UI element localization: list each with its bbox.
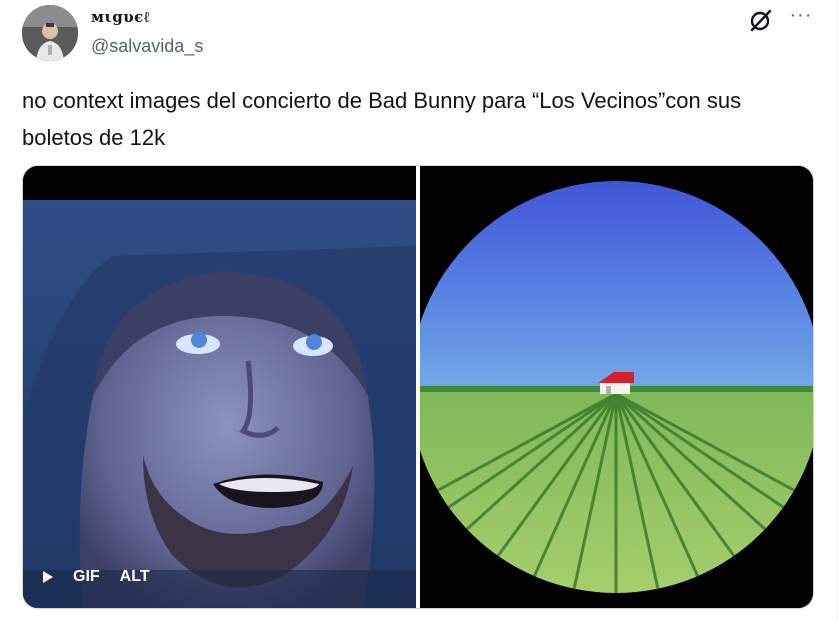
more-options-icon[interactable]: ··· [786,5,816,30]
tweet-text: no context images del concierto de Bad B… [22,88,742,150]
avatar[interactable] [22,5,78,61]
avatar-image [22,5,78,61]
binocular-view-image [410,166,813,608]
grok-icon[interactable] [748,8,774,32]
gif-frame-image [23,166,416,608]
column-divider [836,0,837,620]
gif-badge: GIF ALT [43,565,150,589]
gif-label: GIF [73,568,100,585]
user-handle[interactable]: @salvavida_s [91,36,203,57]
alt-text-button[interactable]: ALT [120,568,150,586]
media-grid: GIF ALT [22,165,814,609]
play-icon[interactable] [43,571,53,583]
image-media[interactable] [410,166,813,608]
gif-media[interactable]: GIF ALT [23,166,416,608]
display-name[interactable]: мιgυєℓ [91,8,150,27]
